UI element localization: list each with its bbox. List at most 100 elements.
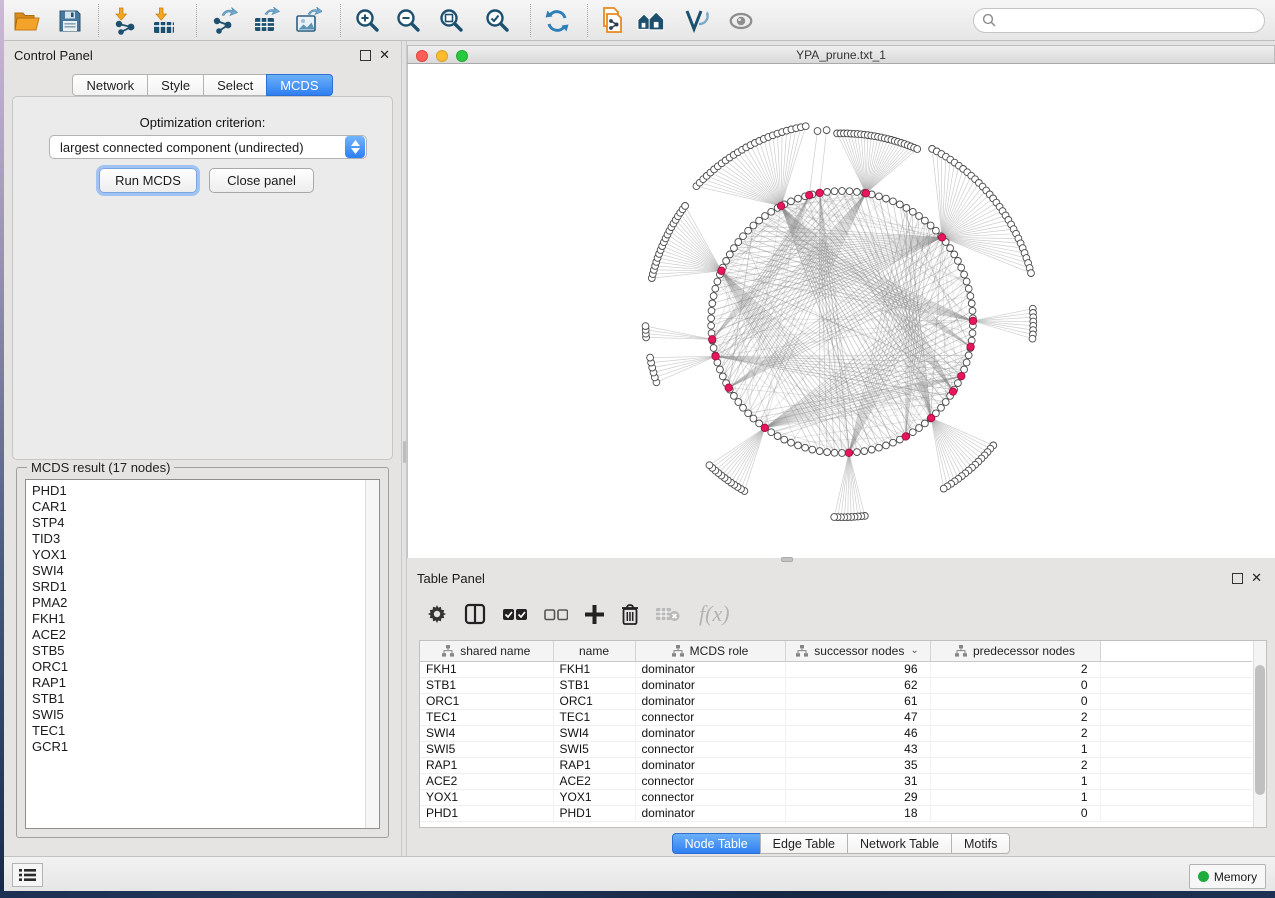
network-node[interactable] [735, 239, 742, 246]
cell-successor-nodes[interactable]: 46 [785, 725, 930, 741]
network-node-mcds[interactable] [725, 384, 732, 391]
network-node[interactable] [955, 380, 962, 387]
network-node[interactable] [717, 366, 724, 373]
network-node[interactable] [961, 366, 968, 373]
splitter-grip[interactable] [403, 441, 406, 463]
network-node[interactable] [768, 208, 775, 215]
network-node[interactable] [824, 449, 831, 456]
network-node[interactable] [682, 203, 689, 210]
network-node[interactable] [961, 271, 968, 278]
mcds-result-item[interactable]: SWI4 [26, 563, 365, 579]
cell-successor-nodes[interactable]: 61 [785, 693, 930, 709]
mcds-list-scrollbar[interactable] [365, 480, 379, 828]
cell-shared-name[interactable]: SWI5 [420, 741, 553, 757]
cell-predecessor-nodes[interactable]: 1 [930, 789, 1100, 805]
network-node[interactable] [969, 330, 976, 337]
horizontal-splitter-grip[interactable] [781, 557, 793, 562]
select-all-checkboxes-icon[interactable] [503, 600, 527, 628]
network-node[interactable] [710, 293, 717, 300]
cell-predecessor-nodes[interactable]: 2 [930, 725, 1100, 741]
network-node-mcds[interactable] [928, 414, 935, 421]
table-row[interactable]: ORC1ORC1dominator610 [420, 693, 1252, 709]
network-node[interactable] [731, 245, 738, 252]
cell-name[interactable]: STB1 [553, 677, 635, 693]
network-node[interactable] [963, 359, 970, 366]
cell-shared-name[interactable]: YOX1 [420, 789, 553, 805]
network-node[interactable] [823, 127, 830, 134]
network-node-mcds[interactable] [806, 192, 813, 199]
close-panel-icon[interactable]: ✕ [1251, 570, 1262, 586]
network-node[interactable] [756, 217, 763, 224]
network-node[interactable] [890, 439, 897, 446]
cell-name[interactable]: YOX1 [553, 789, 635, 805]
network-node[interactable] [969, 307, 976, 314]
tab-style[interactable]: Style [147, 74, 204, 96]
cell-MCDS-role[interactable]: dominator [635, 757, 785, 773]
network-node-mcds[interactable] [958, 372, 965, 379]
mcds-result-item[interactable]: TID3 [26, 531, 365, 547]
export-network-icon[interactable] [210, 7, 238, 35]
network-node[interactable] [883, 442, 890, 449]
network-node[interactable] [839, 450, 846, 457]
network-node[interactable] [831, 514, 838, 521]
network-node[interactable] [868, 446, 875, 453]
network-node[interactable] [922, 420, 929, 427]
network-node[interactable] [710, 345, 717, 352]
tab-node-table[interactable]: Node Table [672, 833, 761, 854]
network-node-mcds[interactable] [938, 234, 945, 241]
network-node[interactable] [854, 449, 861, 456]
mcds-result-item[interactable]: FKH1 [26, 611, 365, 627]
cell-name[interactable]: SWI4 [553, 725, 635, 741]
network-node[interactable] [712, 285, 719, 292]
mcds-result-item[interactable]: SWI5 [26, 707, 365, 723]
refresh-icon[interactable] [543, 7, 571, 35]
cell-MCDS-role[interactable]: dominator [635, 661, 785, 677]
network-node[interactable] [708, 315, 715, 322]
network-node[interactable] [709, 300, 716, 307]
save-session-icon[interactable] [56, 7, 84, 35]
mcds-result-item[interactable]: ORC1 [26, 659, 365, 675]
network-node[interactable] [714, 278, 721, 285]
network-node-mcds[interactable] [712, 353, 719, 360]
network-node[interactable] [890, 198, 897, 205]
cell-predecessor-nodes[interactable]: 0 [930, 677, 1100, 693]
network-node[interactable] [1028, 270, 1035, 277]
network-node[interactable] [762, 213, 769, 220]
network-node-mcds[interactable] [969, 317, 976, 324]
network-node[interactable] [781, 436, 788, 443]
cell-predecessor-nodes[interactable]: 0 [930, 693, 1100, 709]
open-session-icon[interactable] [12, 7, 40, 35]
cell-predecessor-nodes[interactable]: 1 [930, 741, 1100, 757]
cell-MCDS-role[interactable]: dominator [635, 677, 785, 693]
column-header-shared-name[interactable]: shared name [420, 641, 553, 661]
table-row[interactable]: SWI4SWI4dominator462 [420, 725, 1252, 741]
network-node[interactable] [774, 433, 781, 440]
mcds-result-item[interactable]: PHD1 [26, 483, 365, 499]
network-node[interactable] [846, 188, 853, 195]
network-node[interactable] [914, 146, 921, 153]
network-node[interactable] [916, 213, 923, 220]
table-scrollbar-track[interactable] [1253, 641, 1266, 827]
cell-MCDS-role[interactable]: dominator [635, 725, 785, 741]
network-node[interactable] [947, 245, 954, 252]
cell-predecessor-nodes[interactable]: 0 [930, 805, 1100, 821]
cell-name[interactable]: RAP1 [553, 757, 635, 773]
run-mcds-button[interactable]: Run MCDS [99, 168, 197, 193]
cell-successor-nodes[interactable]: 31 [785, 773, 930, 789]
network-node[interactable] [940, 485, 947, 492]
table-row[interactable]: PHD1PHD1dominator180 [420, 805, 1252, 821]
cell-name[interactable]: ACE2 [553, 773, 635, 789]
network-node[interactable] [909, 429, 916, 436]
network-node[interactable] [706, 462, 713, 469]
zoom-fit-icon[interactable] [438, 7, 466, 35]
cell-MCDS-role[interactable]: connector [635, 773, 785, 789]
cell-predecessor-nodes[interactable]: 2 [930, 757, 1100, 773]
cell-MCDS-role[interactable]: dominator [635, 805, 785, 821]
network-node[interactable] [719, 373, 726, 380]
network-node[interactable] [745, 410, 752, 417]
table-row[interactable]: TEC1TEC1connector472 [420, 709, 1252, 725]
mcds-result-item[interactable]: STB5 [26, 643, 365, 659]
network-node[interactable] [883, 195, 890, 202]
network-node[interactable] [750, 415, 757, 422]
network-node[interactable] [831, 188, 838, 195]
